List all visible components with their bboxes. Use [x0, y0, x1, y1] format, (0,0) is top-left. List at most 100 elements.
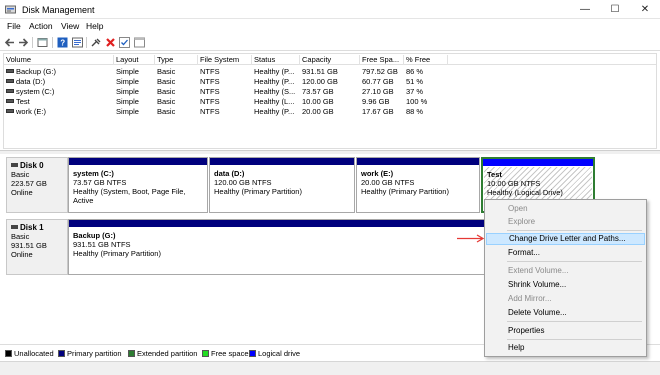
- percent-free-cell: 51 %: [406, 77, 424, 86]
- legend-label: Logical drive: [258, 349, 301, 358]
- primary-partition-bar: [210, 158, 354, 165]
- menu-item-open[interactable]: Open: [486, 203, 645, 215]
- partition-health: Healthy (Primary Partition): [361, 187, 449, 196]
- disk-size: 223.57 GB: [11, 179, 47, 188]
- menu-action[interactable]: Action: [29, 21, 53, 31]
- menu-item-extend-volume[interactable]: Extend Volume...: [486, 265, 645, 277]
- table-row[interactable]: system (C:) Simple Basic NTFS Healthy (S…: [4, 87, 656, 97]
- window-icon[interactable]: [134, 37, 145, 48]
- disk-name: Disk 0: [11, 161, 63, 170]
- window-title: Disk Management: [22, 5, 95, 15]
- toolbar-separator: [32, 37, 33, 48]
- primary-partition-bar: [357, 158, 479, 165]
- volume-name: data (D:): [6, 77, 45, 86]
- column-header-status[interactable]: Status: [252, 55, 300, 65]
- menu-item-format[interactable]: Format...: [486, 247, 645, 259]
- file-system-cell: NTFS: [200, 67, 220, 76]
- drive-icon: [6, 99, 14, 103]
- status-cell: Healthy (L...: [254, 97, 295, 106]
- partition-name: Test: [487, 170, 502, 179]
- disk-size: 931.51 GB: [11, 241, 47, 250]
- menu-item-properties[interactable]: Properties: [486, 325, 645, 337]
- close-button[interactable]: ✕: [630, 0, 660, 19]
- volume-name: Backup (G:): [6, 67, 56, 76]
- menu-item-add-mirror[interactable]: Add Mirror...: [486, 293, 645, 305]
- menu-file[interactable]: File: [7, 21, 21, 31]
- menu-separator: [507, 261, 642, 262]
- column-header-volume[interactable]: Volume: [4, 55, 114, 65]
- legend-label: Free space: [211, 349, 249, 358]
- partition-health: Healthy (Logical Drive): [487, 188, 563, 197]
- disk-type: Basic: [11, 170, 30, 179]
- partition-system-c[interactable]: system (C:) 73.57 GB NTFS Healthy (Syste…: [68, 157, 208, 213]
- menu-separator: [507, 321, 642, 322]
- table-row[interactable]: Backup (G:) Simple Basic NTFS Healthy (P…: [4, 67, 656, 77]
- column-header-file-system[interactable]: File System: [198, 55, 252, 65]
- column-header-layout[interactable]: Layout: [114, 55, 155, 65]
- menu-separator: [507, 230, 642, 231]
- menu-item-explore[interactable]: Explore: [486, 216, 645, 228]
- menu-item-shrink-volume[interactable]: Shrink Volume...: [486, 279, 645, 291]
- layout-cell: Simple: [116, 97, 139, 106]
- layout-cell: Simple: [116, 77, 139, 86]
- free-space-cell: 60.77 GB: [362, 77, 394, 86]
- table-row[interactable]: Test Simple Basic NTFS Healthy (L... 10.…: [4, 97, 656, 107]
- forward-arrow-icon[interactable]: [18, 37, 29, 48]
- menu-view[interactable]: View: [61, 21, 79, 31]
- svg-text:?: ?: [60, 39, 65, 48]
- minimize-button[interactable]: —: [570, 0, 600, 19]
- volume-name-text: system (C:): [16, 87, 55, 96]
- menu-item-change-drive-letter[interactable]: Change Drive Letter and Paths...: [486, 233, 645, 245]
- menu-help[interactable]: Help: [86, 21, 103, 31]
- layout-cell: Simple: [116, 107, 139, 116]
- partition-info: work (E:) 20.00 GB NTFS Healthy (Primary…: [361, 169, 449, 196]
- partition-size: 20.00 GB NTFS: [361, 178, 415, 187]
- disk-name-text: Disk 0: [20, 161, 44, 170]
- capacity-cell: 120.00 GB: [302, 77, 338, 86]
- column-header-percent-free[interactable]: % Free: [404, 55, 448, 65]
- type-cell: Basic: [157, 107, 176, 116]
- disk-0-label[interactable]: Disk 0 Basic 223.57 GB Online: [6, 157, 68, 213]
- help-icon[interactable]: ?: [57, 37, 68, 48]
- column-header-capacity[interactable]: Capacity: [300, 55, 360, 65]
- toolbar-separator: [52, 37, 53, 48]
- free-space-cell: 9.96 GB: [362, 97, 390, 106]
- menu-item-delete-volume[interactable]: Delete Volume...: [486, 307, 645, 319]
- disk-status: Online: [11, 188, 33, 197]
- status-cell: Healthy (P...: [254, 77, 295, 86]
- partition-name: work (E:): [361, 169, 394, 178]
- menu-item-help[interactable]: Help: [486, 342, 645, 354]
- properties-icon[interactable]: [37, 37, 48, 48]
- connect-icon[interactable]: [91, 37, 102, 48]
- free-space-cell: 797.52 GB: [362, 67, 398, 76]
- volume-name-text: data (D:): [16, 77, 46, 86]
- check-icon[interactable]: [119, 37, 130, 48]
- legend-unallocated: Unallocated: [5, 349, 54, 358]
- disk-icon: [11, 225, 18, 229]
- partition-data-d[interactable]: data (D:) 120.00 GB NTFS Healthy (Primar…: [209, 157, 355, 213]
- volume-list-header: Volume Layout Type File System Status Ca…: [4, 54, 656, 65]
- percent-free-cell: 86 %: [406, 67, 424, 76]
- console-icon[interactable]: [72, 37, 83, 48]
- swatch: [202, 350, 209, 357]
- partition-work-e[interactable]: work (E:) 20.00 GB NTFS Healthy (Primary…: [356, 157, 480, 213]
- disk-1-label[interactable]: Disk 1 Basic 931.51 GB Online: [6, 219, 68, 275]
- column-header-free-space[interactable]: Free Spa...: [360, 55, 404, 65]
- maximize-button[interactable]: ☐: [600, 0, 630, 19]
- delete-icon[interactable]: [105, 37, 116, 48]
- partition-name: Backup (G:): [73, 231, 116, 240]
- capacity-cell: 20.00 GB: [302, 107, 334, 116]
- table-row[interactable]: work (E:) Simple Basic NTFS Healthy (P..…: [4, 107, 656, 117]
- drive-icon: [6, 109, 14, 113]
- layout-cell: Simple: [116, 67, 139, 76]
- menu-bar: File Action View Help: [0, 19, 660, 34]
- partition-name: system (C:): [73, 169, 114, 178]
- status-cell: Healthy (S...: [254, 87, 296, 96]
- partition-size: 10.00 GB NTFS: [487, 179, 541, 188]
- back-arrow-icon[interactable]: [4, 37, 15, 48]
- red-arrow-icon: [457, 234, 485, 243]
- table-row[interactable]: data (D:) Simple Basic NTFS Healthy (P..…: [4, 77, 656, 87]
- column-header-type[interactable]: Type: [155, 55, 198, 65]
- volume-name: work (E:): [6, 107, 46, 116]
- volume-name-text: Test: [16, 97, 30, 106]
